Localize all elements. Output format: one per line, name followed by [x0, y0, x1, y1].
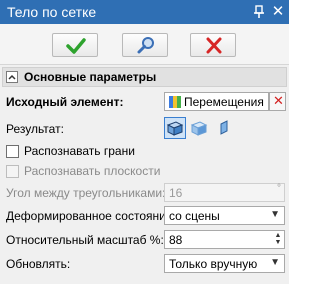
section-header[interactable]: Основные параметры	[2, 67, 287, 87]
clear-icon: ✕	[273, 93, 284, 108]
recognize-faces-checkbox[interactable]	[6, 145, 19, 158]
result-shell-button[interactable]	[188, 117, 210, 139]
deformed-state-label: Деформированное состояние:	[6, 209, 176, 223]
collapse-icon[interactable]	[6, 71, 18, 83]
deformed-state-select[interactable]: со сцены ▼	[164, 206, 285, 225]
recognize-faces-label: Распознавать грани	[24, 144, 135, 158]
section-title: Основные параметры	[24, 70, 157, 84]
clear-source-button[interactable]: ✕	[269, 92, 286, 111]
chevron-down-icon: ▼	[270, 257, 280, 268]
result-solid-button[interactable]	[164, 117, 186, 139]
source-element-field[interactable]: Перемещения	[164, 92, 269, 111]
angle-input: 16 °	[164, 183, 285, 202]
source-value: Перемещения	[184, 95, 264, 109]
update-label: Обновлять:	[6, 257, 71, 271]
spinner-icon[interactable]: ▲ ▼	[273, 232, 283, 247]
mesh-icon	[169, 96, 181, 108]
close-icon[interactable]: ✕	[271, 3, 285, 21]
angle-unit: °	[277, 183, 281, 194]
relative-scale-input[interactable]: 88 ▲ ▼	[164, 230, 285, 249]
ok-button[interactable]	[52, 33, 98, 57]
relative-scale-value: 88	[169, 233, 183, 247]
relative-scale-label: Относительный масштаб %:	[6, 233, 164, 247]
chevron-down-icon: ▼	[270, 209, 280, 220]
pin-icon[interactable]	[251, 3, 267, 21]
shell-icon	[190, 121, 208, 136]
result-label: Результат:	[6, 122, 64, 136]
title-bar: Тело по сетке ✕	[0, 0, 289, 24]
x-icon	[206, 37, 222, 54]
magnifier-icon	[137, 37, 154, 54]
angle-label: Угол между треугольниками:	[6, 186, 166, 200]
checkmark-icon	[66, 38, 86, 54]
cancel-button[interactable]	[190, 33, 236, 57]
recognize-planes-label: Распознавать плоскости	[24, 164, 161, 178]
solid-icon	[166, 121, 184, 136]
deformed-state-value: со сцены	[169, 209, 220, 223]
parameters-panel: Основные параметры Исходный элемент: Пер…	[0, 64, 289, 284]
result-surface-button[interactable]	[212, 117, 234, 139]
toolbar	[0, 24, 289, 64]
angle-value: 16	[169, 186, 183, 200]
update-value: Только вручную	[169, 257, 258, 271]
window-title: Тело по сетке	[7, 4, 97, 20]
update-select[interactable]: Только вручную ▼	[164, 254, 285, 273]
recognize-planes-checkbox	[6, 165, 19, 178]
source-label: Исходный элемент:	[6, 95, 124, 109]
preview-button[interactable]	[122, 33, 168, 57]
surface-icon	[220, 120, 228, 135]
